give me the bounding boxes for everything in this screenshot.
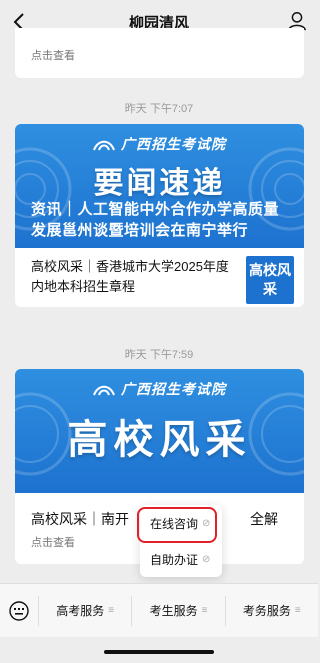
keyboard-icon [9,600,29,621]
bottom-menu-bar: 高考服务 ≡ 考生服务 ≡ 考务服务 ≡ [0,583,318,637]
message-timestamp: 昨天 下午7:59 [124,349,194,361]
link-icon: ⊘ [202,553,211,565]
institution-logo-icon [93,385,115,396]
message-timestamp: 昨天 下午7:07 [124,103,194,115]
article-title-left[interactable]: 高校风采｜南开 [31,509,129,529]
menu-examinee-service[interactable]: 考生服务 ≡ [131,595,224,626]
home-indicator [104,650,214,654]
previous-article-card[interactable]: 点击查看 [15,28,304,78]
article-headline[interactable]: 资讯｜人工智能中外合作办学高质量发展邕州谈暨培训会在南宁举行 [31,199,293,241]
article-title-right[interactable]: 全解 [250,509,278,529]
article-banner[interactable]: 广西招生考试院 要闻速递 资讯｜人工智能中外合作办学高质量发展邕州谈暨培训会在南… [15,124,304,248]
article-thumbnail[interactable]: 高校风采 [246,256,294,304]
menu-list-icon: ≡ [201,605,208,616]
article-banner[interactable]: 广西招生考试院 高校风采 [15,369,304,493]
highlight-box [137,507,217,543]
view-link[interactable]: 点击查看 [31,533,75,553]
menu-item-self-service[interactable]: 自助办证 ⊘ [140,541,222,577]
banner-big-title: 高校风采 [67,418,252,462]
article-card[interactable]: 广西招生考试院 要闻速递 资讯｜人工智能中外合作办学高质量发展邕州谈暨培训会在南… [15,124,304,307]
menu-label: 考务服务 [242,604,291,618]
menu-item-label: 自助办证 [150,552,199,567]
logo-text: 广西招生考试院 [121,382,226,398]
menu-label: 考生服务 [149,604,198,618]
menu-exam-affairs-service[interactable]: 考务服务 ≡ [224,595,318,626]
logo-text: 广西招生考试院 [121,137,226,153]
banner-logo: 广西招生考试院 [15,379,304,399]
secondary-article-title[interactable]: 高校风采｜香港城市大学2025年度内地本科招生章程 [31,257,231,297]
view-link[interactable]: 点击查看 [31,47,75,63]
submenu-popup: 在线咨询 ⊘ 自助办证 ⊘ [137,505,222,577]
menu-list-icon: ≡ [294,605,301,616]
banner-logo: 广西招生考试院 [15,134,304,154]
menu-list-icon: ≡ [108,605,115,616]
menu-gaokao-service[interactable]: 高考服务 ≡ [38,595,131,626]
institution-logo-icon [93,140,115,151]
keyboard-toggle[interactable] [0,600,38,621]
menu-label: 高考服务 [56,604,105,618]
banner-big-title: 要闻速递 [93,167,226,200]
